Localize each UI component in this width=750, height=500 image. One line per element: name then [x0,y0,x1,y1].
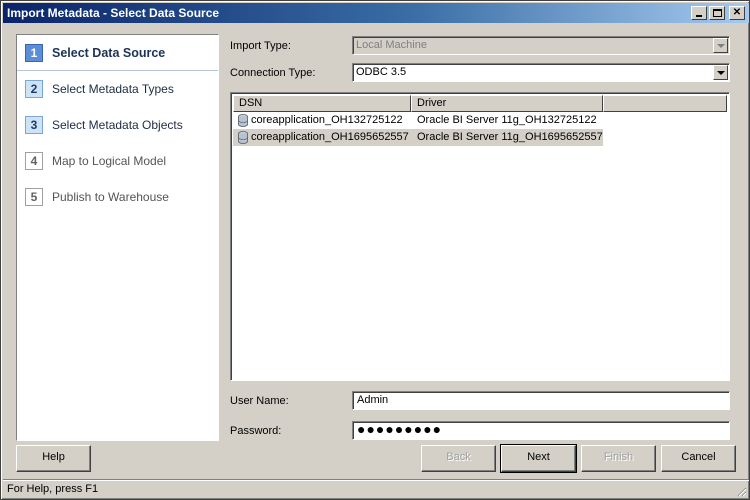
step-number: 2 [25,80,43,98]
wizard-steps-panel: 1 Select Data Source 2 Select Metadata T… [16,34,219,441]
password-input[interactable]: ●●●●●●●●● [352,421,730,440]
close-button[interactable]: ✕ [729,6,745,20]
import-type-label: Import Type: [230,40,291,52]
step-label: Select Data Source [52,45,166,60]
step-select-metadata-types[interactable]: 2 Select Metadata Types [17,71,218,107]
column-header-filler [603,95,727,112]
dsn-row-selected[interactable]: coreapplication_OH1695652557 Oracle BI S… [233,129,603,146]
connection-type-value: ODBC 3.5 [356,66,407,78]
dsn-cell: coreapplication_OH1695652557 [233,129,411,146]
next-button[interactable]: Next [500,444,577,473]
close-icon: ✕ [732,7,742,18]
dsn-name: coreapplication_OH1695652557 [251,131,409,143]
step-map-to-logical-model: 4 Map to Logical Model [17,143,218,179]
step-number: 3 [25,116,43,134]
cancel-button[interactable]: Cancel [661,445,736,472]
column-header-dsn[interactable]: DSN [233,95,411,112]
step-select-data-source[interactable]: 1 Select Data Source [17,35,218,71]
dsn-list-header: DSN Driver [233,95,727,112]
window-controls: ✕ [691,6,745,20]
import-type-value: Local Machine [356,39,427,51]
step-number: 5 [25,188,43,206]
title-bar[interactable]: Import Metadata - Select Data Source ✕ [3,3,749,23]
step-publish-to-warehouse: 5 Publish to Warehouse [17,179,218,215]
database-icon [238,130,248,144]
connection-type-select[interactable]: ODBC 3.5 [352,63,730,82]
step-label: Select Metadata Objects [52,118,183,132]
step-label: Map to Logical Model [52,154,167,168]
dsn-row[interactable]: coreapplication_OH132725122 Oracle BI Se… [233,112,603,129]
user-name-label: User Name: [230,395,289,407]
column-header-driver[interactable]: Driver [411,95,603,112]
step-label: Publish to Warehouse [52,190,169,204]
driver-cell: Oracle BI Server 11g_OH132725122 [417,114,597,126]
database-icon [238,113,248,127]
dsn-cell: coreapplication_OH132725122 [233,112,411,129]
chevron-down-icon [716,70,725,75]
back-button: Back [421,445,496,472]
chevron-down-icon [716,43,725,48]
import-type-dropdown-arrow [713,38,728,53]
status-bar: For Help, press F1 [3,479,749,499]
finish-button: Finish [581,445,656,472]
status-text: For Help, press F1 [7,483,99,495]
resize-grip-icon[interactable] [735,485,747,497]
step-label: Select Metadata Types [52,82,174,96]
step-number: 4 [25,152,43,170]
connection-type-dropdown-arrow[interactable] [713,65,728,80]
minimize-icon [696,15,702,17]
dsn-name: coreapplication_OH132725122 [251,114,403,126]
driver-cell: Oracle BI Server 11g_OH1695652557 [417,131,603,143]
import-metadata-dialog: Import Metadata - Select Data Source ✕ 1… [0,0,750,500]
minimize-button[interactable] [691,6,707,20]
window-title: Import Metadata - Select Data Source [7,6,220,20]
step-select-metadata-objects[interactable]: 3 Select Metadata Objects [17,107,218,143]
step-number: 1 [25,43,43,62]
password-label: Password: [230,425,282,437]
user-name-input[interactable]: Admin [352,391,730,410]
import-type-select: Local Machine [352,36,730,55]
connection-type-label: Connection Type: [230,67,316,79]
maximize-icon [712,9,722,17]
dsn-list[interactable]: DSN Driver coreapplication_OH132725122 O… [230,92,730,381]
maximize-button[interactable] [709,6,725,20]
help-button[interactable]: Help [16,445,91,472]
